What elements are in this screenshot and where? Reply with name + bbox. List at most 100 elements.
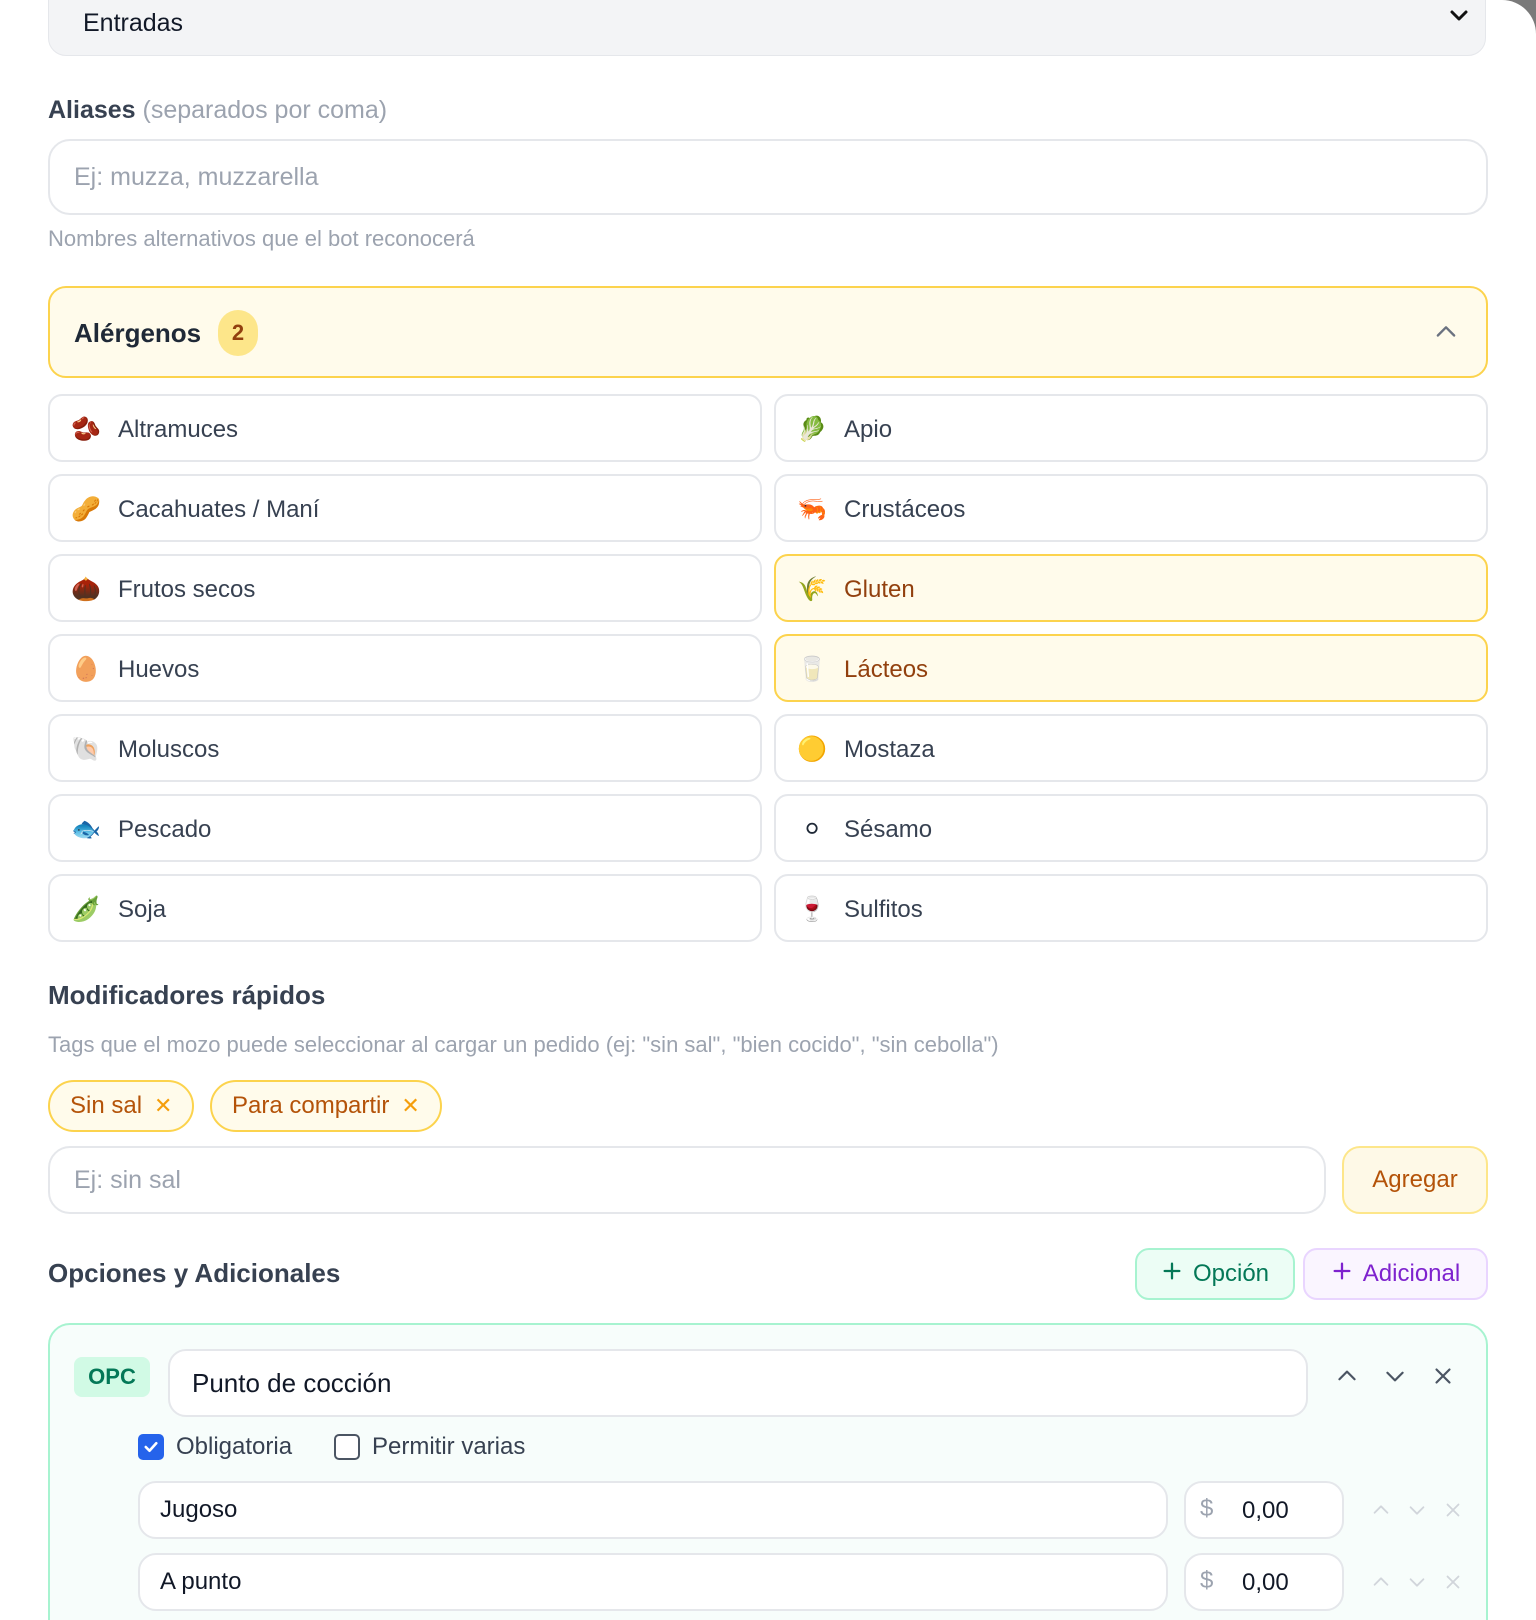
allergen-label: Apio [844, 416, 893, 443]
modifier-placeholder: Ej: sin sal [74, 1165, 181, 1194]
aliases-hint: Nombres alternativos que el bot reconoce… [48, 226, 475, 251]
white-circle-icon: ⚪ [801, 816, 823, 843]
plus-icon [1331, 1260, 1353, 1289]
allergen-apio[interactable]: 🥬 Apio [774, 394, 1488, 462]
move-down-icon[interactable] [1406, 1571, 1428, 1598]
move-up-icon[interactable] [1370, 1571, 1392, 1598]
currency-symbol: $ [1200, 1495, 1214, 1522]
option-group-name: Punto de cocción [192, 1367, 392, 1398]
allergen-moluscos[interactable]: 🐚 Moluscos [48, 714, 762, 782]
option-row-name-input[interactable]: Jugoso [138, 1481, 1168, 1539]
chestnut-icon: 🌰 [71, 576, 101, 603]
close-icon[interactable] [1430, 1363, 1456, 1394]
option-row-price: 0,00 [1242, 1497, 1289, 1524]
chevron-down-icon [1447, 3, 1471, 32]
allergen-frutos-secos[interactable]: 🌰 Frutos secos [48, 554, 762, 622]
allergen-crustaceos[interactable]: 🦐 Crustáceos [774, 474, 1488, 542]
allergen-label: Soja [118, 896, 167, 923]
allergen-label: Cacahuates / Maní [118, 496, 320, 523]
chevron-up-icon [1432, 318, 1460, 351]
allergen-label: Frutos secos [118, 576, 256, 603]
modifiers-hint: Tags que el mozo puede seleccionar al ca… [48, 1032, 999, 1057]
egg-icon: 🥚 [71, 656, 101, 683]
option-row-name: Jugoso [160, 1496, 238, 1523]
modifier-tag: Sin sal ✕ [48, 1080, 195, 1132]
wheat-icon: 🌾 [797, 576, 827, 603]
close-icon[interactable] [1442, 1571, 1464, 1598]
category-select[interactable]: Entradas [48, 0, 1486, 56]
multiple-label: Permitir varias [372, 1433, 526, 1460]
option-row-name: A punto [160, 1568, 242, 1595]
fish-icon: 🐟 [71, 816, 101, 843]
allergen-label: Sulfitos [844, 896, 923, 923]
move-up-icon[interactable] [1334, 1363, 1360, 1394]
allergen-label: Crustáceos [844, 496, 966, 523]
allergen-label: Huevos [118, 656, 200, 683]
option-row-price-input[interactable]: $ 0,00 [1184, 1553, 1344, 1611]
add-modifier-button[interactable]: Agregar [1342, 1146, 1488, 1214]
option-group-name-input[interactable]: Punto de cocción [168, 1349, 1308, 1417]
modifier-tag-label: Para compartir [232, 1092, 390, 1119]
allergen-label: Gluten [844, 576, 915, 603]
allergens-title: Alérgenos [74, 318, 202, 348]
remove-tag-icon[interactable]: ✕ [154, 1093, 172, 1119]
allergen-sulfitos[interactable]: 🍷 Sulfitos [774, 874, 1488, 942]
allergen-soja[interactable]: 🫛 Soja [48, 874, 762, 942]
required-checkbox[interactable]: Obligatoria [138, 1433, 292, 1461]
modifiers-title: Modificadores rápidos [48, 980, 326, 1010]
yellow-circle-icon: 🟡 [797, 736, 827, 763]
add-extra-button[interactable]: Adicional [1303, 1248, 1488, 1300]
close-icon[interactable] [1442, 1499, 1464, 1526]
allergen-label: Moluscos [118, 736, 220, 763]
move-up-icon[interactable] [1370, 1499, 1392, 1526]
celery-icon: 🥬 [797, 416, 827, 443]
allergen-label: Lácteos [844, 656, 929, 683]
aliases-label-text: Aliases [48, 96, 136, 124]
option-group-card: OPC Punto de cocción Obligatoria Permiti… [48, 1323, 1488, 1620]
allergen-mostaza[interactable]: 🟡 Mostaza [774, 714, 1488, 782]
pea-pod-icon: 🫛 [71, 896, 101, 923]
plus-icon [1161, 1260, 1183, 1289]
peanut-icon: 🥜 [71, 496, 101, 523]
shell-icon: 🐚 [71, 736, 101, 763]
modifier-input[interactable]: Ej: sin sal [48, 1146, 1326, 1214]
aliases-input[interactable]: Ej: muzza, muzzarella [48, 139, 1488, 215]
add-option-button[interactable]: Opción [1135, 1248, 1295, 1300]
allergen-label: Pescado [118, 816, 212, 843]
aliases-label: Aliases (separados por coma) [48, 96, 387, 125]
modifier-tag-label: Sin sal [70, 1092, 143, 1119]
allergen-lacteos[interactable]: 🥛 Lácteos [774, 634, 1488, 702]
allergen-cacahuates[interactable]: 🥜 Cacahuates / Maní [48, 474, 762, 542]
add-extra-label: Adicional [1362, 1260, 1461, 1287]
allergen-altramuces[interactable]: 🫘 Altramuces [48, 394, 762, 462]
allergen-label: Altramuces [118, 416, 239, 443]
option-row-price: 0,00 [1242, 1569, 1289, 1596]
beans-icon: 🫘 [71, 416, 101, 443]
multiple-checkbox[interactable]: Permitir varias [334, 1433, 525, 1461]
checkbox-checked-icon [138, 1434, 164, 1460]
category-select-value: Entradas [83, 9, 184, 37]
remove-tag-icon[interactable]: ✕ [401, 1093, 419, 1119]
product-editor-panel: Entradas Aliases (separados por coma) Ej… [0, 0, 1536, 1620]
option-type-badge: OPC [74, 1357, 150, 1397]
option-row-name-input[interactable]: A punto [138, 1553, 1168, 1611]
move-down-icon[interactable] [1382, 1363, 1408, 1394]
options-title: Opciones y Adicionales [48, 1258, 341, 1288]
aliases-placeholder: Ej: muzza, muzzarella [74, 162, 319, 191]
allergen-sesamo[interactable]: ⚪ Sésamo [774, 794, 1488, 862]
checkbox-unchecked-icon [334, 1434, 360, 1460]
aliases-label-note: (separados por coma) [142, 96, 388, 124]
allergen-label: Sésamo [844, 816, 933, 843]
option-row-price-input[interactable]: $ 0,00 [1184, 1481, 1344, 1539]
allergens-accordion-header[interactable]: Alérgenos 2 [48, 286, 1488, 378]
allergen-pescado[interactable]: 🐟 Pescado [48, 794, 762, 862]
allergen-gluten[interactable]: 🌾 Gluten [774, 554, 1488, 622]
allergen-huevos[interactable]: 🥚 Huevos [48, 634, 762, 702]
allergen-label: Mostaza [844, 736, 935, 763]
modifier-tag: Para compartir ✕ [210, 1080, 442, 1132]
currency-symbol: $ [1200, 1567, 1214, 1594]
move-down-icon[interactable] [1406, 1499, 1428, 1526]
wine-glass-icon: 🍷 [797, 896, 827, 923]
shrimp-icon: 🦐 [797, 496, 827, 523]
required-label: Obligatoria [176, 1433, 293, 1460]
